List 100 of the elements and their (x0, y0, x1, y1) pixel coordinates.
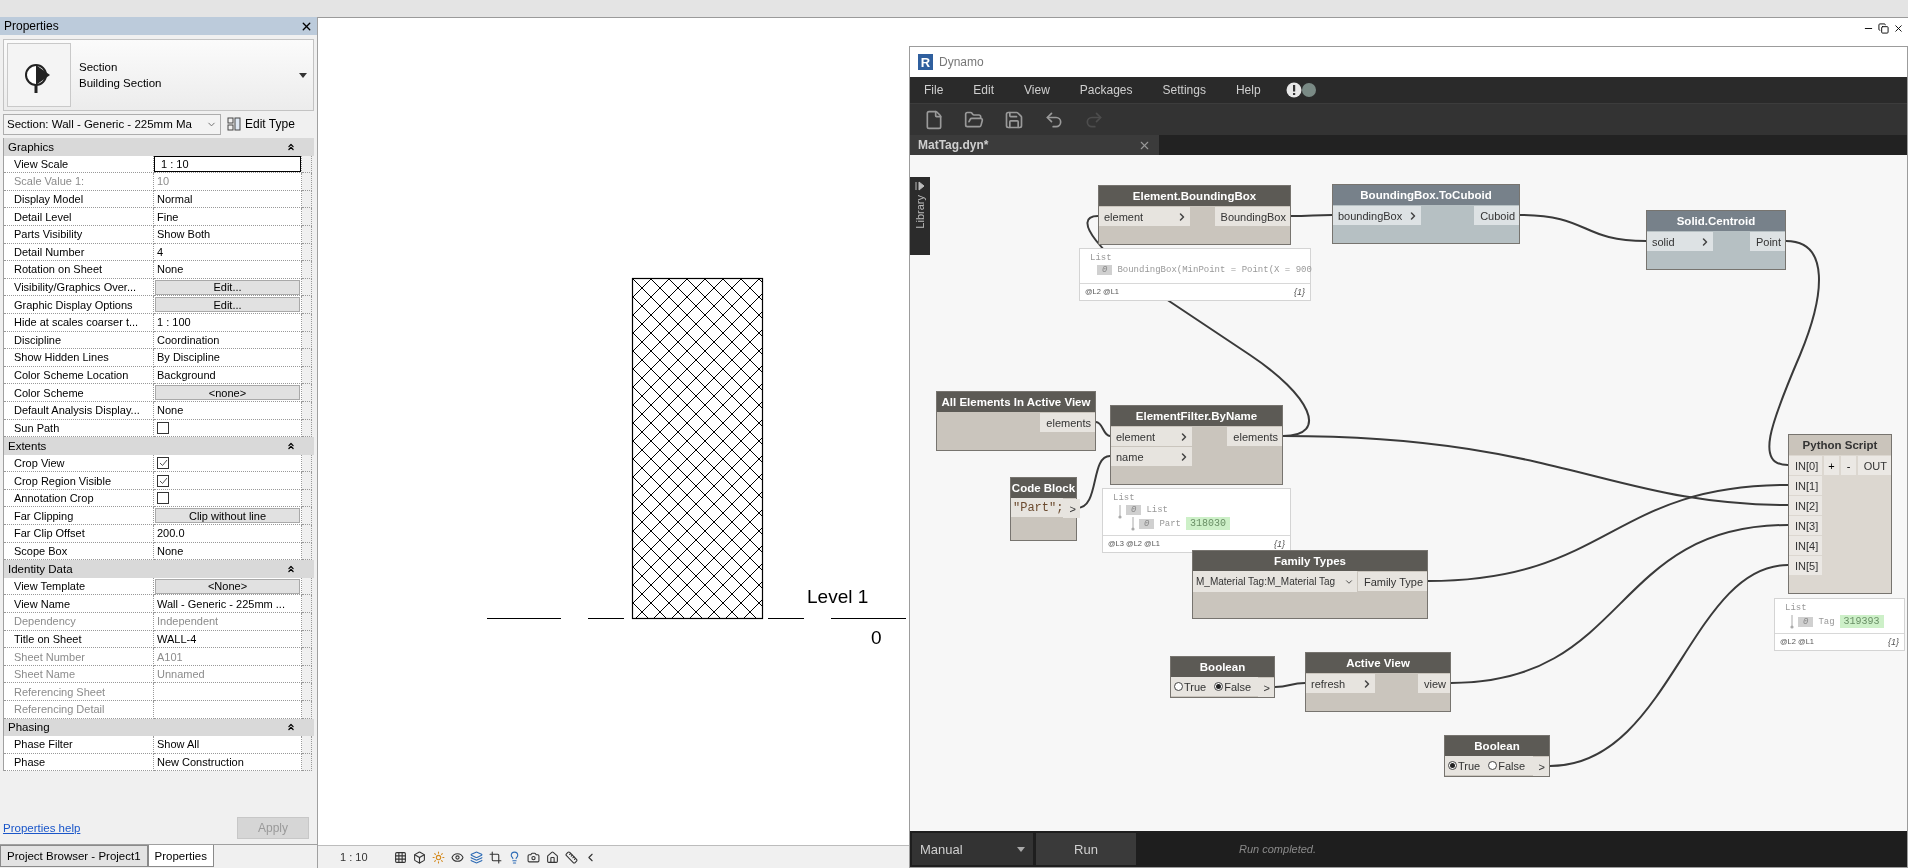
file-tab[interactable]: MatTag.dyn* (910, 135, 1159, 155)
input-port[interactable]: IN[0] (1789, 456, 1823, 475)
input-port[interactable]: IN[4] (1789, 536, 1823, 555)
close-icon[interactable] (1893, 23, 1904, 34)
restore-icon[interactable] (1878, 23, 1889, 34)
input-port[interactable]: IN[1] (1789, 476, 1823, 495)
node[interactable]: ElementFilter.ByName element name elements (1110, 405, 1283, 485)
checkbox[interactable] (157, 474, 169, 487)
caret-icon[interactable] (299, 72, 307, 78)
menu-item[interactable]: Edit (967, 83, 1009, 97)
radio-button[interactable] (1174, 682, 1183, 691)
output-port[interactable]: elements (1227, 427, 1282, 446)
node-title: All Elements In Active View (937, 392, 1095, 412)
input-port[interactable]: IN[2] (1789, 496, 1823, 515)
value-button[interactable]: Clip without line (155, 508, 300, 524)
save-icon[interactable] (1004, 109, 1024, 130)
value-button[interactable]: <none> (155, 385, 300, 401)
level-name: Level 1 (807, 586, 869, 608)
input-port[interactable]: element (1111, 427, 1192, 446)
library-tab[interactable]: Library (910, 177, 930, 255)
input-port[interactable]: boundingBox (1333, 206, 1421, 225)
output-port[interactable]: Cuboid (1474, 206, 1519, 225)
file-icon[interactable] (924, 109, 944, 130)
node[interactable]: Code Block "Part"; > (1010, 477, 1077, 541)
output-port[interactable]: BoundingBox (1214, 207, 1290, 226)
property-value: Normal (156, 193, 193, 206)
checkbox[interactable] (157, 492, 169, 505)
node[interactable]: Family Types M_Material Tag:M_Material Tag Family Type (1192, 550, 1428, 619)
ruler-icon[interactable] (564, 850, 578, 864)
radio-button[interactable] (1214, 682, 1224, 691)
output-port[interactable]: OUT (1857, 456, 1891, 475)
menu-item[interactable]: View (1018, 83, 1064, 97)
output-port[interactable]: elements (1040, 413, 1095, 432)
panel-tab[interactable]: Project Browser - Project1 (0, 845, 148, 867)
value-button[interactable]: Edit... (155, 297, 300, 313)
camera-icon[interactable] (526, 850, 540, 864)
value-button[interactable]: Edit... (155, 279, 300, 295)
input-port[interactable]: IN[3] (1789, 516, 1823, 535)
output-port[interactable]: Family Type (1357, 572, 1427, 591)
node-title: Python Script (1789, 435, 1891, 455)
node[interactable]: Python Script IN[0] IN[1] IN[2] IN[3] IN[4] IN[5] + - OUT (1788, 434, 1892, 594)
node[interactable]: Boolean True False > (1444, 735, 1550, 777)
remove-input-button[interactable]: - (1841, 456, 1856, 475)
node[interactable]: Element.BoundingBox element BoundingBox (1098, 185, 1291, 245)
menu-item[interactable]: Settings (1156, 83, 1220, 97)
collapse-icon (286, 141, 296, 152)
node[interactable]: Solid.Centroid solid Point (1646, 210, 1786, 270)
run-button[interactable]: Run (1036, 833, 1136, 865)
edit-type-button[interactable]: Edit Type (225, 117, 297, 131)
node[interactable]: Boolean True False > (1170, 656, 1275, 698)
tree-branch-icon (1130, 517, 1136, 531)
tree-branch-icon (1789, 615, 1795, 629)
value-tag: 318030 (1186, 517, 1231, 530)
node[interactable]: BoundingBox.ToCuboid boundingBox Cuboid (1332, 184, 1520, 244)
radio-button[interactable] (1488, 761, 1498, 770)
property-label: Referencing Detail (4, 701, 154, 719)
view-scale[interactable]: 1 : 10 (340, 851, 368, 863)
radio-label: True (1184, 680, 1207, 693)
group-title: Identity Data (8, 563, 73, 576)
output-port[interactable]: Point (1749, 232, 1785, 251)
input-port[interactable]: refresh (1306, 674, 1375, 693)
add-input-button[interactable]: + (1824, 456, 1839, 475)
input-port[interactable]: solid (1647, 232, 1713, 251)
eye-icon[interactable] (450, 850, 464, 864)
type-header[interactable]: Section Building Section (3, 39, 314, 111)
undo-icon[interactable] (1044, 109, 1064, 130)
dropdown-field[interactable]: M_Material Tag:M_Material Tag (1193, 571, 1358, 592)
run-mode-dropdown[interactable]: Manual (912, 833, 1033, 865)
crop-icon[interactable] (488, 850, 502, 864)
node[interactable]: Active View refresh view (1305, 652, 1451, 712)
layers-icon[interactable] (469, 850, 483, 864)
group-header[interactable]: Extents (4, 437, 314, 455)
house-icon[interactable] (545, 850, 559, 864)
checkbox[interactable] (157, 457, 169, 469)
node[interactable]: All Elements In Active View elements (936, 391, 1096, 451)
input-port[interactable]: name (1111, 447, 1192, 466)
menu-item[interactable]: Help (1229, 83, 1275, 97)
collapse-icon (286, 440, 296, 451)
properties-help-link[interactable]: Properties help (3, 822, 81, 834)
property-label: Crop Region Visible (4, 472, 154, 490)
value-button[interactable]: <None> (155, 578, 300, 594)
menu-item[interactable]: Packages (1073, 83, 1147, 97)
cube-icon[interactable] (412, 850, 426, 864)
property-value: A101 (156, 650, 183, 663)
node-title: Code Block (1011, 478, 1076, 498)
input-port[interactable]: element (1099, 207, 1190, 226)
group-header[interactable]: Graphics (4, 138, 314, 156)
menu-item[interactable]: File (918, 83, 958, 97)
grid-icon[interactable] (393, 850, 407, 864)
output-port[interactable]: > (1063, 499, 1080, 518)
panel-tab[interactable]: Properties (147, 845, 214, 867)
input-port[interactable]: IN[5] (1789, 556, 1823, 575)
output-port[interactable]: view (1418, 674, 1450, 693)
checkbox[interactable] (157, 421, 169, 434)
code-text[interactable]: "Part"; (1011, 498, 1064, 517)
alert-icon[interactable] (1284, 82, 1317, 98)
radio-button[interactable] (1448, 761, 1457, 770)
folder-icon[interactable] (964, 109, 984, 130)
type-selector[interactable]: Section: Wall - Generic - 225mm Ma (3, 113, 221, 135)
group-header[interactable]: Identity Data (4, 560, 314, 578)
